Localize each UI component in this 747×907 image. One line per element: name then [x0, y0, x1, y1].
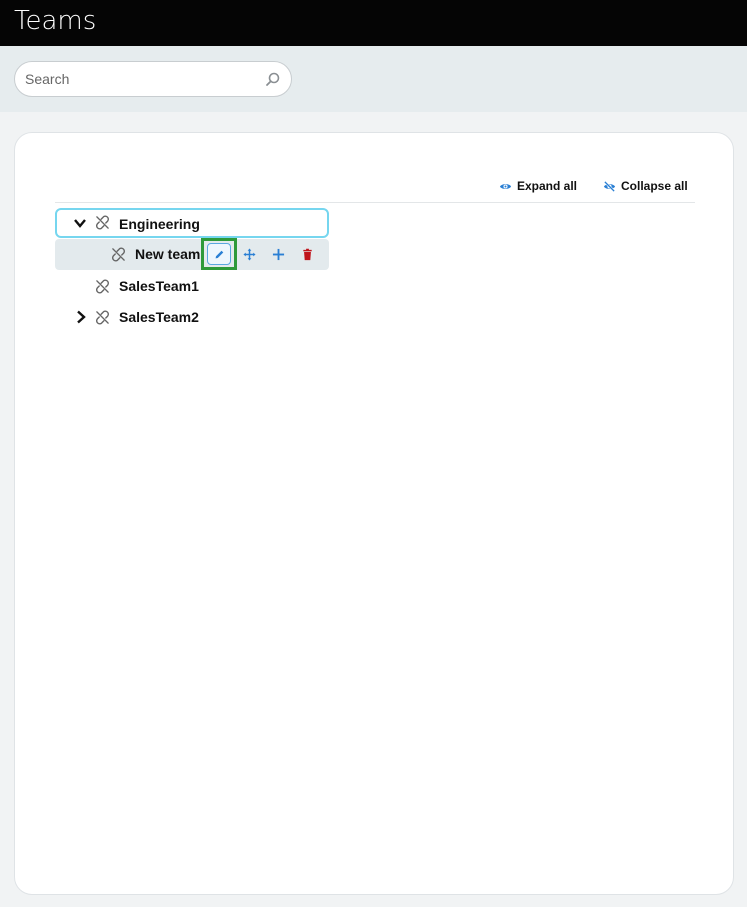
tree-item-salesteam2[interactable]: SalesTeam2	[55, 302, 329, 332]
trash-icon	[302, 248, 312, 260]
plus-icon	[272, 248, 284, 260]
search-box[interactable]	[14, 61, 292, 97]
collapse-all-label: Collapse all	[621, 179, 688, 193]
expand-all-button[interactable]: Expand all	[499, 177, 577, 195]
search-input[interactable]	[25, 70, 255, 88]
expand-all-label: Expand all	[517, 179, 578, 193]
chevron-down-icon[interactable]	[73, 216, 87, 230]
move-icon	[242, 247, 256, 261]
chevron-right-icon[interactable]	[74, 310, 88, 324]
tree-item-engineering[interactable]: Engineering	[55, 208, 329, 238]
unlink-icon	[96, 310, 109, 325]
tree-item-label: SalesTeam2	[119, 309, 199, 325]
search-icon[interactable]	[265, 71, 281, 87]
teams-panel: Expand all Collapse all Engineering New …	[14, 132, 734, 895]
add-button[interactable]	[267, 243, 289, 265]
unlink-icon	[96, 279, 109, 294]
tree-item-label: Engineering	[119, 216, 200, 232]
tree-item-new-team[interactable]: New team	[55, 238, 329, 270]
tree-item-salesteam1[interactable]: SalesTeam1	[55, 271, 329, 301]
eye-icon	[499, 183, 512, 189]
delete-button[interactable]	[296, 243, 318, 265]
eye-off-icon	[603, 180, 616, 192]
tree-item-label: SalesTeam1	[119, 278, 199, 294]
unlink-icon	[96, 215, 109, 230]
edit-highlight	[201, 238, 237, 270]
collapse-all-button[interactable]: Collapse all	[603, 177, 688, 195]
move-button[interactable]	[238, 243, 260, 265]
page-title: Teams	[14, 6, 97, 36]
unlink-icon	[112, 247, 125, 262]
tree-item-label: New team	[135, 246, 201, 262]
tree-toolbar: Expand all Collapse all	[55, 177, 695, 203]
edit-button[interactable]	[207, 243, 231, 265]
pencil-icon	[215, 250, 223, 258]
header-bar: Teams	[0, 0, 747, 46]
search-bar	[0, 46, 747, 112]
